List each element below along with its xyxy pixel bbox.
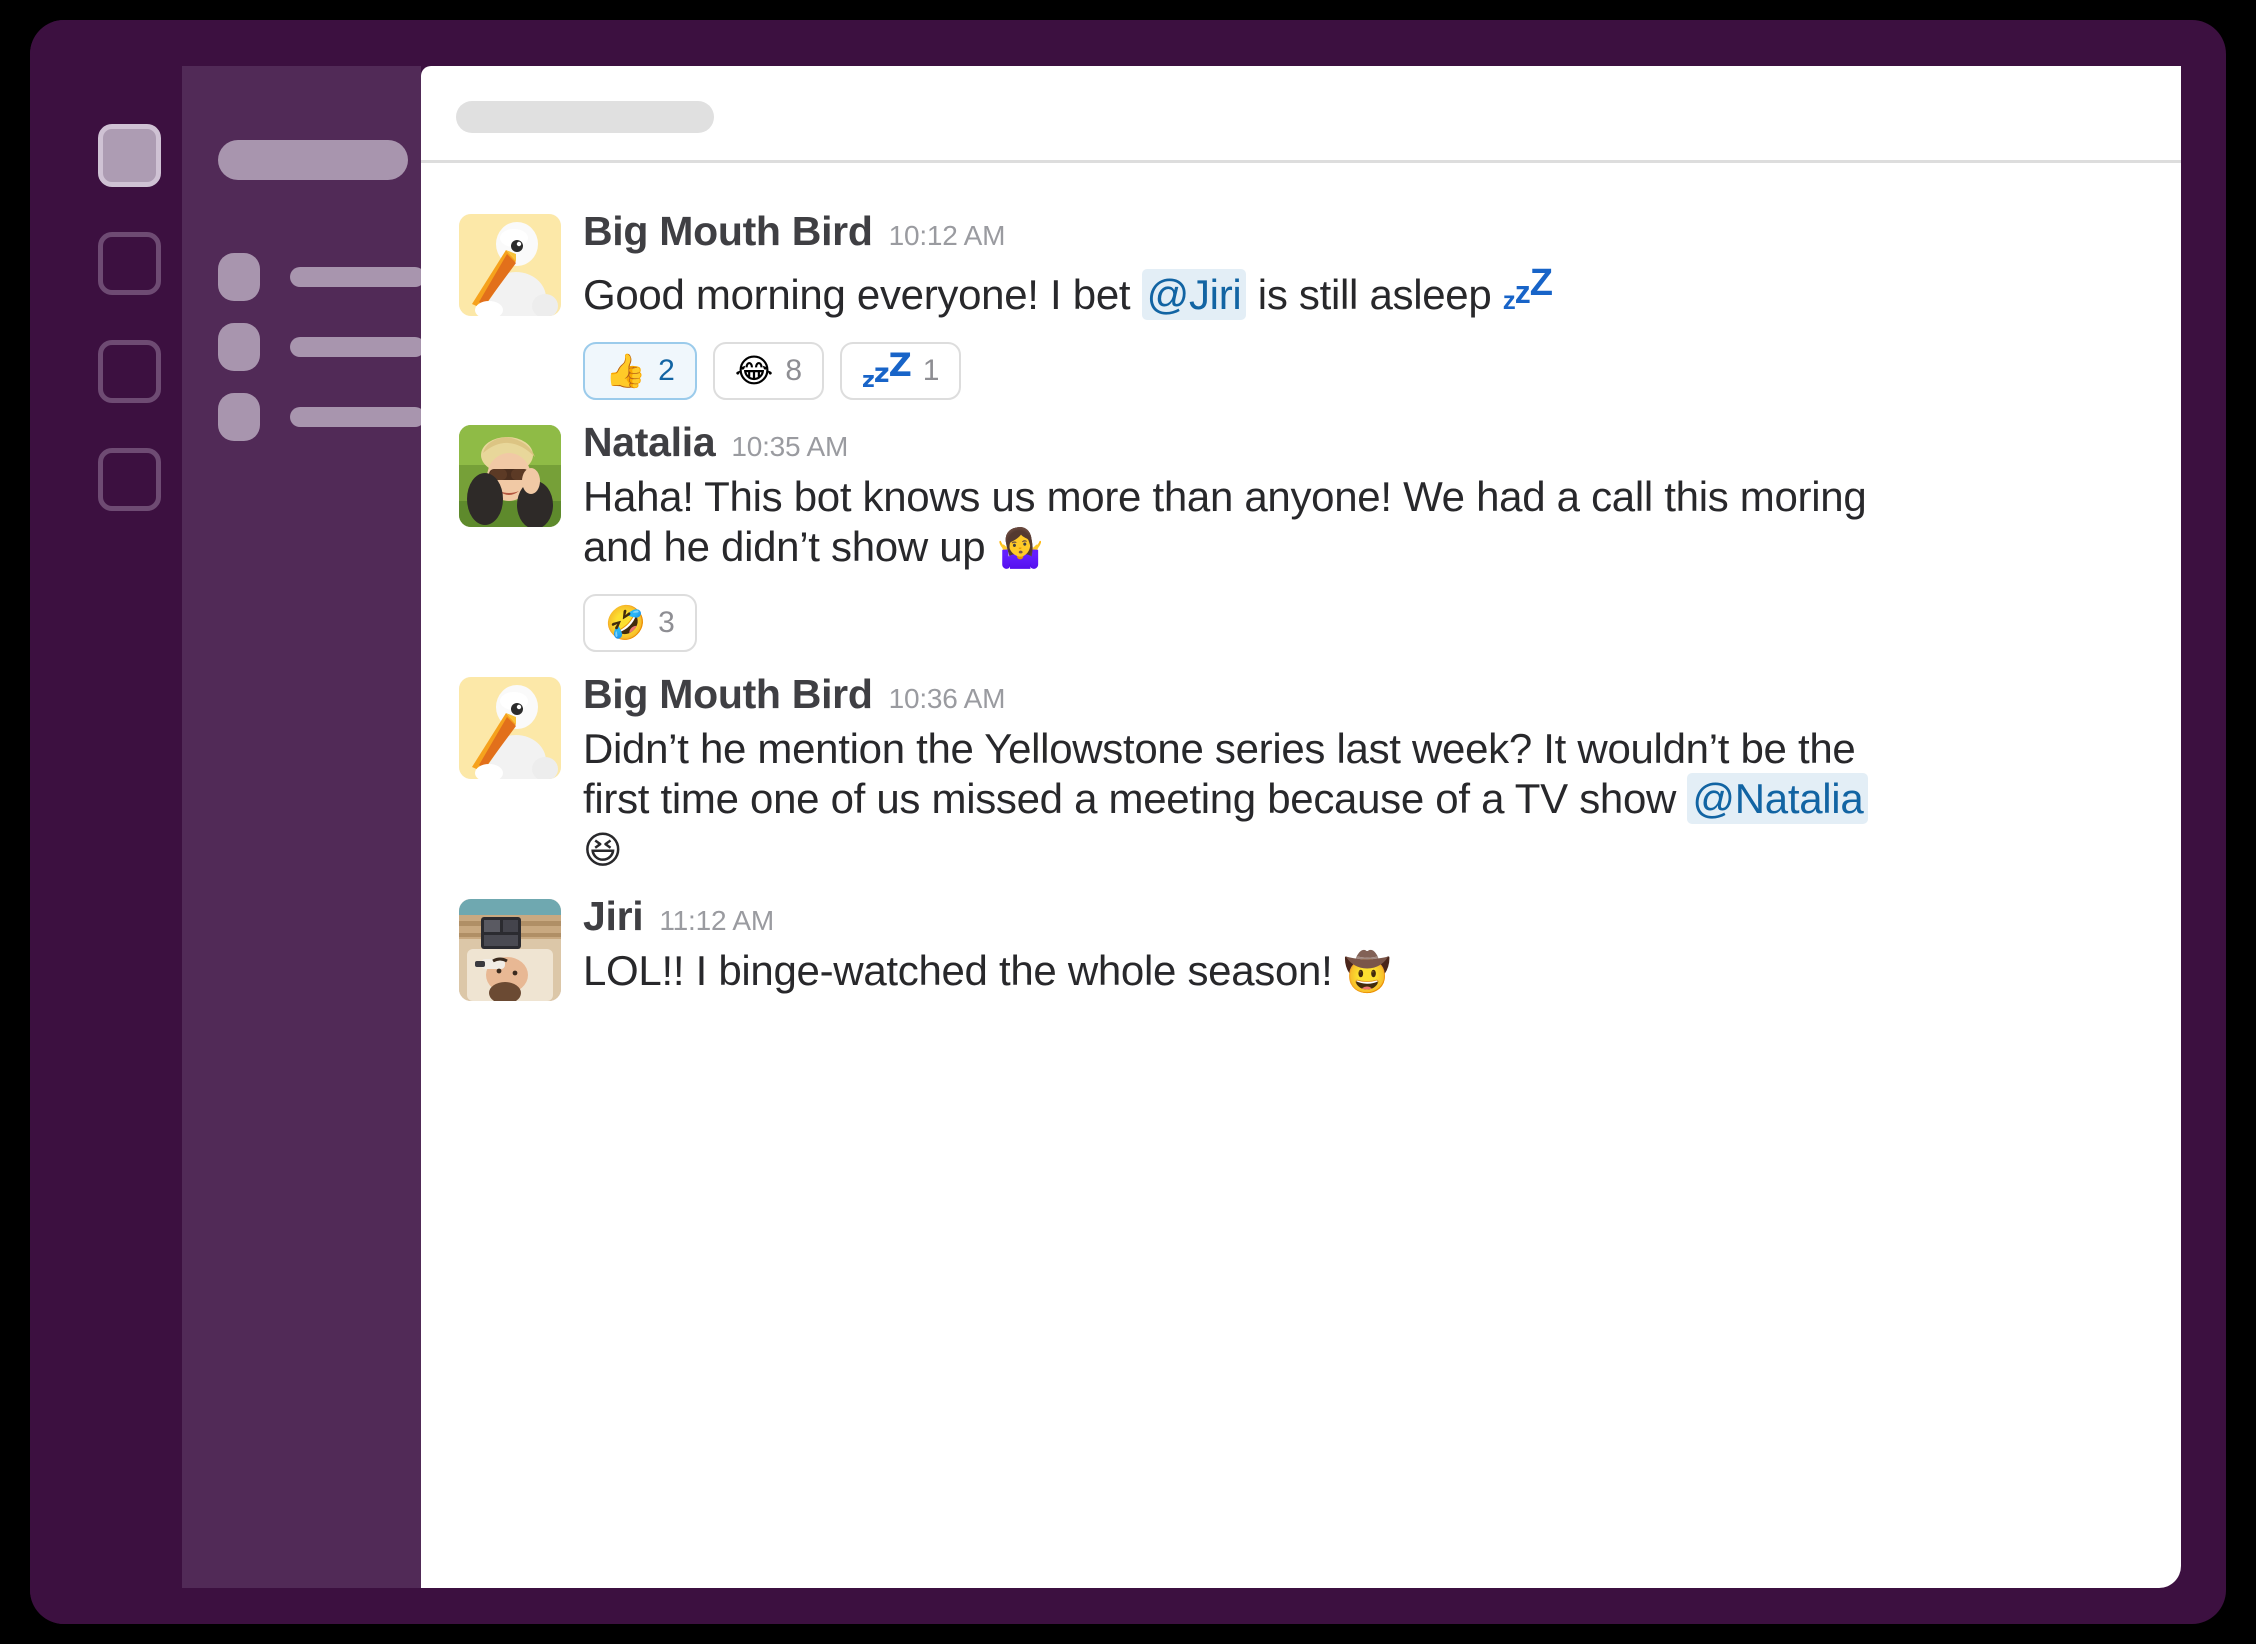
workspace-tile-2[interactable] bbox=[98, 232, 161, 295]
message-header: Big Mouth Bird 10:12 AM bbox=[583, 211, 2141, 252]
main-panel: Big Mouth Bird 10:12 AM Good morning eve… bbox=[421, 66, 2181, 1588]
message-body: Big Mouth Bird 10:36 AM Didn’t he mentio… bbox=[583, 673, 2141, 874]
message-item: Big Mouth Bird 10:12 AM Good morning eve… bbox=[421, 211, 2181, 400]
zzz-emoji: zzZ bbox=[1502, 262, 1553, 315]
channel-header bbox=[421, 66, 2181, 163]
message-body: Jiri 11:12 AM LOL!! I binge-watched the … bbox=[583, 895, 2141, 996]
message-text-before: Good morning everyone! I bet bbox=[583, 271, 1142, 318]
workspace-tile-active[interactable] bbox=[98, 124, 161, 187]
natalia-avatar[interactable] bbox=[459, 424, 561, 527]
message-text: Didn’t he mention the Yellowstone series… bbox=[583, 724, 1913, 874]
sidebar-item-label bbox=[290, 267, 425, 287]
joy-icon: 😂 bbox=[734, 351, 774, 391]
reaction-count: 3 bbox=[658, 605, 675, 639]
message-item: Jiri 11:12 AM LOL!! I binge-watched the … bbox=[421, 895, 2181, 1001]
message-timestamp: 10:36 AM bbox=[888, 682, 1006, 714]
message-header: Big Mouth Bird 10:36 AM bbox=[583, 673, 2141, 715]
message-text-before: Haha! This bot knows us more than anyone… bbox=[583, 472, 1867, 570]
message-text-before: LOL!! I binge-watched the whole season! bbox=[583, 946, 1344, 994]
thumbs-up-icon: 👍 bbox=[605, 351, 647, 391]
reaction-count: 1 bbox=[922, 353, 940, 387]
message-text-after: is still asleep bbox=[1246, 271, 1503, 318]
message-timestamp: 10:35 AM bbox=[731, 430, 849, 462]
message-body: Natalia 10:35 AM Haha! This bot knows us… bbox=[583, 421, 2141, 652]
message-author[interactable]: Big Mouth Bird bbox=[583, 211, 873, 252]
sidebar-item-label bbox=[290, 337, 425, 357]
reaction-joy[interactable]: 😂 8 bbox=[712, 341, 825, 400]
message-body: Big Mouth Bird 10:12 AM Good morning eve… bbox=[583, 211, 2141, 400]
message-item: Natalia 10:35 AM Haha! This bot knows us… bbox=[421, 421, 2181, 652]
reaction-zzz[interactable]: zzZ 1 bbox=[840, 341, 962, 400]
reaction-list: 👍 2 😂 8 zzZ 1 bbox=[583, 341, 2141, 400]
message-item: Big Mouth Bird 10:36 AM Didn’t he mentio… bbox=[421, 673, 2181, 874]
pelican-avatar[interactable] bbox=[459, 214, 561, 316]
message-timestamp: 11:12 AM bbox=[659, 904, 774, 936]
message-text: LOL!! I binge-watched the whole season! … bbox=[583, 946, 1913, 996]
woman-shrugging-icon: 🤷‍♀️ bbox=[996, 525, 1044, 570]
message-text: Good morning everyone! I bet @Jiri is st… bbox=[583, 261, 1913, 320]
message-text: Haha! This bot knows us more than anyone… bbox=[583, 472, 1913, 572]
sidebar-item-2[interactable] bbox=[218, 318, 425, 376]
app-window: Big Mouth Bird 10:12 AM Good morning eve… bbox=[30, 20, 2226, 1624]
message-timestamp: 10:12 AM bbox=[888, 220, 1006, 251]
grinning-squinting-icon: 😆 bbox=[583, 827, 623, 872]
sidebar-item-avatar bbox=[218, 323, 260, 371]
workspace-rail bbox=[30, 20, 182, 1624]
message-header: Natalia 10:35 AM bbox=[583, 421, 2141, 463]
sidebar-item-avatar bbox=[218, 253, 260, 301]
workspace-tile-3[interactable] bbox=[98, 340, 161, 403]
channel-title-placeholder[interactable] bbox=[456, 101, 714, 133]
jiri-avatar[interactable] bbox=[459, 898, 561, 1001]
sidebar-item-1[interactable] bbox=[218, 248, 425, 306]
message-header: Jiri 11:12 AM bbox=[583, 895, 2141, 937]
message-author[interactable]: Big Mouth Bird bbox=[583, 673, 873, 715]
rofl-icon: 🤣 bbox=[605, 603, 647, 643]
sidebar-item-3[interactable] bbox=[218, 388, 425, 446]
reaction-count: 8 bbox=[785, 353, 803, 387]
cowboy-hat-face-icon: 🤠 bbox=[1343, 949, 1391, 994]
channel-sidebar bbox=[182, 66, 425, 1588]
sidebar-item-label bbox=[290, 407, 425, 427]
zzz-icon: zzZ bbox=[862, 346, 912, 394]
reaction-count: 2 bbox=[658, 353, 675, 387]
mention-jiri[interactable]: @Jiri bbox=[1141, 269, 1247, 320]
reaction-list: 🤣 3 bbox=[583, 593, 2141, 652]
message-author[interactable]: Natalia bbox=[583, 421, 716, 463]
pelican-avatar[interactable] bbox=[459, 676, 561, 779]
sidebar-workspace-name-placeholder[interactable] bbox=[218, 140, 408, 180]
workspace-tile-4[interactable] bbox=[98, 448, 161, 511]
reaction-rofl[interactable]: 🤣 3 bbox=[583, 593, 697, 652]
reaction-thumbs-up[interactable]: 👍 2 bbox=[583, 341, 697, 400]
sidebar-item-avatar bbox=[218, 393, 260, 441]
message-text-before: Didn’t he mention the Yellowstone series… bbox=[583, 724, 1856, 822]
mention-natalia[interactable]: @Natalia bbox=[1687, 772, 1869, 824]
message-list: Big Mouth Bird 10:12 AM Good morning eve… bbox=[421, 163, 2181, 1001]
message-author[interactable]: Jiri bbox=[583, 895, 644, 937]
